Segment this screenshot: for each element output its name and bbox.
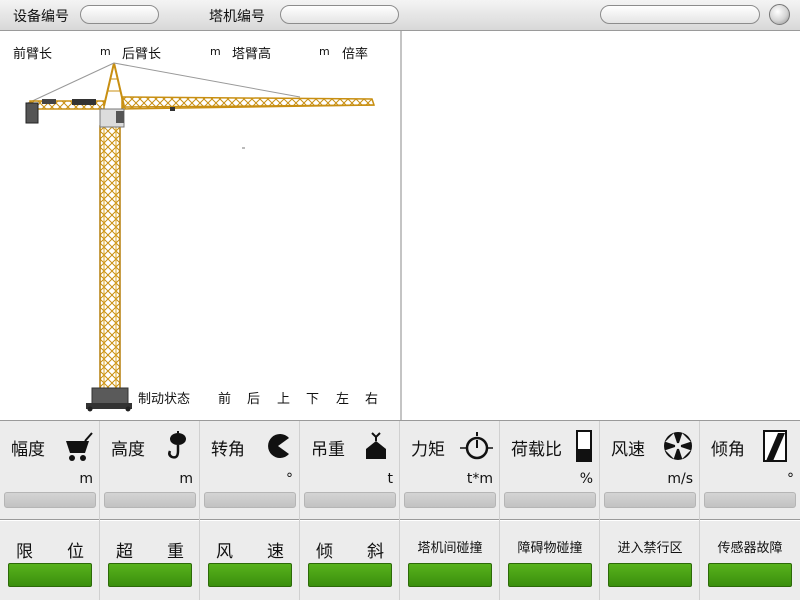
rotation-value-bar <box>204 492 296 508</box>
hook-icon <box>168 431 186 459</box>
alarm-sensor-fault: 传感器故障 <box>700 521 800 600</box>
sensor-label: 幅度 <box>11 440 45 460</box>
alarm-restricted-zone: 进入禁行区 <box>600 521 700 600</box>
sensor-unit: % <box>579 471 593 487</box>
alarm-label: 进入禁行区 <box>617 541 683 556</box>
alarm-overload: 超 重 <box>100 521 200 600</box>
sensor-tilt: 倾角 ° <box>700 421 800 521</box>
alarm-label: 塔机间碰撞 <box>417 541 483 556</box>
alarm-obstacle-collision: 障碍物碰撞 <box>500 521 600 600</box>
crane-view-panel: 前臂长 m 后臂长 m 塔臂高 m 倍率 制动状态 前 后 上 下 左 右 <box>0 31 401 420</box>
alarm-label: 限 位 <box>16 542 84 562</box>
crane-collision-indicator-light <box>408 563 492 587</box>
crane-number-label: 塔机编号 <box>209 9 265 25</box>
sensor-label: 风速 <box>611 440 645 460</box>
brake-left: 左 <box>336 392 350 407</box>
sensor-wind-speed: 风速 m/s <box>600 421 700 521</box>
alarm-indicator-row: 限 位 超 重 风 速 倾 斜 塔机间碰撞 障碍物碰撞 进入禁行区 传感器故障 <box>0 521 800 600</box>
sensor-load-ratio: 荷载比 % <box>500 421 600 521</box>
wind-indicator-light <box>208 563 292 587</box>
sensor-rotation: 转角 ° <box>200 421 300 521</box>
sensor-fault-indicator-light <box>708 563 792 587</box>
tilt-value-bar <box>704 492 796 508</box>
sensor-unit: ° <box>286 471 293 487</box>
sensor-torque: 力矩 t*m <box>400 421 500 521</box>
status-field[interactable] <box>600 5 760 24</box>
alarm-tilt: 倾 斜 <box>300 521 400 600</box>
settings-knob-button[interactable] <box>769 4 790 25</box>
sensor-amplitude: 幅度 m <box>0 421 100 521</box>
alarm-crane-collision: 塔机间碰撞 <box>400 521 500 600</box>
wind-speed-value-bar <box>604 492 696 508</box>
sensor-load-weight: 吊重 t <box>300 421 400 521</box>
trolley-icon <box>61 432 93 461</box>
sensor-label: 转角 <box>211 440 245 460</box>
counterweight <box>25 102 39 124</box>
load-ratio-value-bar <box>504 492 596 508</box>
sensor-unit: t <box>387 471 394 487</box>
alarm-label: 倾 斜 <box>316 542 384 562</box>
brake-status-label: 制动状态 <box>138 392 191 407</box>
sensor-unit: m <box>179 471 193 487</box>
sensor-height: 高度 m <box>100 421 200 521</box>
brake-down: 下 <box>306 392 320 407</box>
height-value-bar <box>104 492 196 508</box>
alarm-label: 超 重 <box>116 542 184 562</box>
device-number-label: 设备编号 <box>13 9 69 25</box>
sensor-unit: t*m <box>466 471 493 487</box>
load-ratio-icon <box>576 430 592 462</box>
right-display-panel <box>402 31 800 420</box>
header-bar: 设备编号 塔机编号 <box>0 0 800 31</box>
overload-indicator-light <box>108 563 192 587</box>
limit-indicator-light <box>8 563 92 587</box>
crane-mast <box>99 125 121 407</box>
crane-number-field[interactable] <box>280 5 399 24</box>
tilt-indicator-light <box>308 563 392 587</box>
tilt-icon <box>763 430 787 462</box>
sensor-label: 荷载比 <box>511 440 562 460</box>
sensor-readout-row: 幅度 m 高度 m 转角 ° 吊重 t 力矩 t*m 荷载比 % 风速 m/s … <box>0 420 800 521</box>
alarm-label: 传感器故障 <box>717 541 783 556</box>
restricted-zone-indicator-light <box>608 563 692 587</box>
alarm-label: 障碍物碰撞 <box>517 541 583 556</box>
device-number-field[interactable] <box>80 5 159 24</box>
load-weight-value-bar <box>304 492 396 508</box>
sensor-label: 力矩 <box>411 440 445 460</box>
sensor-unit: ° <box>787 471 794 487</box>
brake-front: 前 <box>218 392 232 407</box>
tower-crane-drawing <box>25 62 376 412</box>
obstacle-collision-indicator-light <box>508 563 592 587</box>
sensor-unit: m/s <box>667 471 693 487</box>
sensor-label: 高度 <box>111 440 145 460</box>
amplitude-value-bar <box>4 492 96 508</box>
sensor-label: 吊重 <box>311 440 345 460</box>
torque-value-bar <box>404 492 496 508</box>
sensor-label: 倾角 <box>711 440 745 460</box>
brake-right: 右 <box>365 392 379 407</box>
alarm-limit: 限 位 <box>0 521 100 600</box>
brake-up: 上 <box>277 392 291 407</box>
rotation-angle-icon <box>268 434 289 458</box>
alarm-label: 风 速 <box>216 542 284 562</box>
sensor-unit: m <box>79 471 93 487</box>
load-weight-icon <box>366 432 386 459</box>
brake-back: 后 <box>247 392 261 407</box>
crane-peak <box>103 62 125 107</box>
torque-icon <box>460 432 493 460</box>
wind-fan-icon <box>664 432 692 460</box>
alarm-wind: 风 速 <box>200 521 300 600</box>
